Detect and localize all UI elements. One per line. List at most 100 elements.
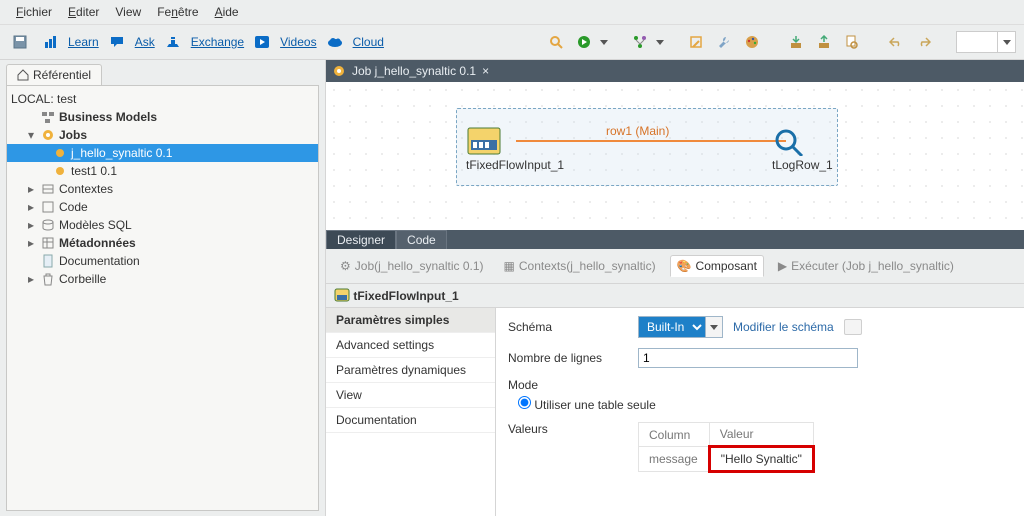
run-dropdown-icon[interactable] (600, 40, 608, 45)
cell-valeur-message[interactable]: "Hello Synaltic" (709, 447, 813, 472)
menu-view[interactable]: View (107, 2, 149, 22)
wrench-icon[interactable] (712, 32, 736, 52)
metadata-icon (41, 236, 55, 250)
home-icon (17, 69, 29, 81)
learn-icon[interactable] (38, 32, 62, 52)
job-icon (53, 146, 67, 160)
tree-corbeille[interactable]: ▸Corbeille (7, 270, 318, 288)
repository-tree: LOCAL: test Business Models ▾Jobs j_hell… (7, 90, 318, 288)
job-tab-icon (332, 64, 346, 78)
run-icon[interactable] (572, 32, 596, 52)
schema-select[interactable]: Built-In (638, 316, 706, 338)
branch-dropdown-icon[interactable] (656, 40, 664, 45)
doc-icon (41, 254, 55, 268)
chevron-down-icon (1003, 40, 1011, 45)
modifier-schema-link[interactable]: Modifier le schéma (733, 320, 834, 334)
export-icon[interactable] (812, 32, 836, 52)
schema-edit-button[interactable] (844, 319, 862, 335)
menu-fichier[interactable]: Fichier (8, 2, 60, 22)
tree-jobs[interactable]: ▾Jobs (7, 126, 318, 144)
find-doc-icon[interactable] (840, 32, 864, 52)
play-icon: ▶ (778, 259, 787, 273)
videos-icon[interactable] (250, 32, 274, 52)
cell-column-message[interactable]: message (639, 447, 710, 472)
undo-icon[interactable] (884, 32, 908, 52)
label-mode: Mode (508, 378, 628, 392)
nombre-lignes-input[interactable] (638, 348, 858, 368)
design-canvas[interactable]: row1 (Main) tFixedFlowInput_1 tLogRow_1 (326, 82, 1024, 230)
tree-code[interactable]: ▸Code (7, 198, 318, 216)
videos-link[interactable]: Videos (280, 35, 316, 49)
sql-icon (41, 218, 55, 232)
component-body: Paramètres simples Advanced settings Par… (326, 307, 1024, 516)
branch-icon[interactable] (628, 32, 652, 52)
property-tabs: ⚙Job(j_hello_synaltic 0.1) ▦Contexts(j_h… (326, 249, 1024, 284)
import-icon[interactable] (784, 32, 808, 52)
ask-link[interactable]: Ask (135, 35, 155, 49)
col-header-column: Column (639, 423, 710, 447)
side-documentation[interactable]: Documentation (326, 408, 495, 433)
search-icon[interactable] (544, 32, 568, 52)
editor-tab-job[interactable]: Job j_hello_synaltic 0.1 (352, 64, 476, 78)
component-header: tFixedFlowInput_1 (326, 284, 1024, 307)
gear-icon: ⚙ (340, 259, 351, 273)
tree-contextes[interactable]: ▸Contextes (7, 180, 318, 198)
run-combo[interactable] (956, 31, 1016, 53)
flow-label: row1 (Main) (606, 124, 669, 138)
node-tlogrow[interactable]: tLogRow_1 (772, 126, 833, 172)
menu-editer[interactable]: Editer (60, 2, 107, 22)
tree-job-j-hello-synaltic[interactable]: j_hello_synaltic 0.1 (7, 144, 318, 162)
label-valeurs: Valeurs (508, 422, 628, 436)
palette-icon[interactable] (740, 32, 764, 52)
save-icon[interactable] (8, 32, 32, 52)
side-advanced-settings[interactable]: Advanced settings (326, 333, 495, 358)
col-header-valeur: Valeur (709, 423, 813, 447)
ptab-executer[interactable]: ▶Exécuter (Job j_hello_synaltic) (772, 256, 960, 276)
tree-documentation[interactable]: Documentation (7, 252, 318, 270)
menu-aide[interactable]: Aide (207, 2, 247, 22)
tab-referentiel[interactable]: Référentiel (6, 64, 102, 85)
component-side-menu: Paramètres simples Advanced settings Par… (326, 308, 496, 516)
node-tlogrow-label: tLogRow_1 (772, 158, 833, 172)
redo-icon[interactable] (912, 32, 936, 52)
tab-designer[interactable]: Designer (326, 230, 396, 249)
side-view[interactable]: View (326, 383, 495, 408)
jobs-icon (41, 128, 55, 142)
label-schema: Schéma (508, 320, 628, 334)
tree-job-test1[interactable]: test1 0.1 (7, 162, 318, 180)
schema-dropdown-button[interactable] (706, 316, 723, 338)
tree-business-models[interactable]: Business Models (7, 108, 318, 126)
contexts-icon (41, 182, 55, 196)
job-icon (53, 164, 67, 178)
tree-metadonnees[interactable]: ▸Métadonnées (7, 234, 318, 252)
tab-code[interactable]: Code (396, 230, 447, 249)
node-tfixedflowinput[interactable]: tFixedFlowInput_1 (466, 126, 564, 172)
ask-icon[interactable] (105, 32, 129, 52)
ptab-composant[interactable]: 🎨Composant (670, 255, 764, 277)
component-form: Schéma Built-In Modifier le schéma Nombr… (496, 308, 1024, 516)
editor-tabs: Job j_hello_synaltic 0.1 × (326, 60, 1024, 82)
learn-link[interactable]: Learn (68, 35, 99, 49)
toolbar: Learn Ask Exchange Videos Cloud (0, 25, 1024, 60)
trash-icon (41, 272, 55, 286)
cloud-link[interactable]: Cloud (353, 35, 384, 49)
code-icon (41, 200, 55, 214)
edit-icon[interactable] (684, 32, 708, 52)
business-models-icon (41, 110, 55, 124)
menu-fenetre[interactable]: Fenêtre (149, 2, 206, 22)
mode-radio-table-seule[interactable]: Utiliser une table seule (518, 396, 656, 412)
ptab-contexts[interactable]: ▦Contexts(j_hello_synaltic) (498, 256, 662, 276)
exchange-link[interactable]: Exchange (191, 35, 244, 49)
cloud-icon[interactable] (323, 32, 347, 52)
tree-modeles-sql[interactable]: ▸Modèles SQL (7, 216, 318, 234)
side-parametres-dynamiques[interactable]: Paramètres dynamiques (326, 358, 495, 383)
exchange-icon[interactable] (161, 32, 185, 52)
palette-icon: 🎨 (677, 259, 692, 273)
grid-icon: ▦ (504, 259, 515, 273)
close-icon[interactable]: × (482, 64, 489, 78)
editor-pane: Job j_hello_synaltic 0.1 × row1 (Main) t… (326, 60, 1024, 516)
node-tfixedflowinput-label: tFixedFlowInput_1 (466, 158, 564, 172)
ptab-job[interactable]: ⚙Job(j_hello_synaltic 0.1) (334, 256, 490, 276)
valeurs-table[interactable]: Column Valeur message "Hello Synaltic" (638, 422, 815, 473)
side-parametres-simples[interactable]: Paramètres simples (326, 308, 495, 333)
